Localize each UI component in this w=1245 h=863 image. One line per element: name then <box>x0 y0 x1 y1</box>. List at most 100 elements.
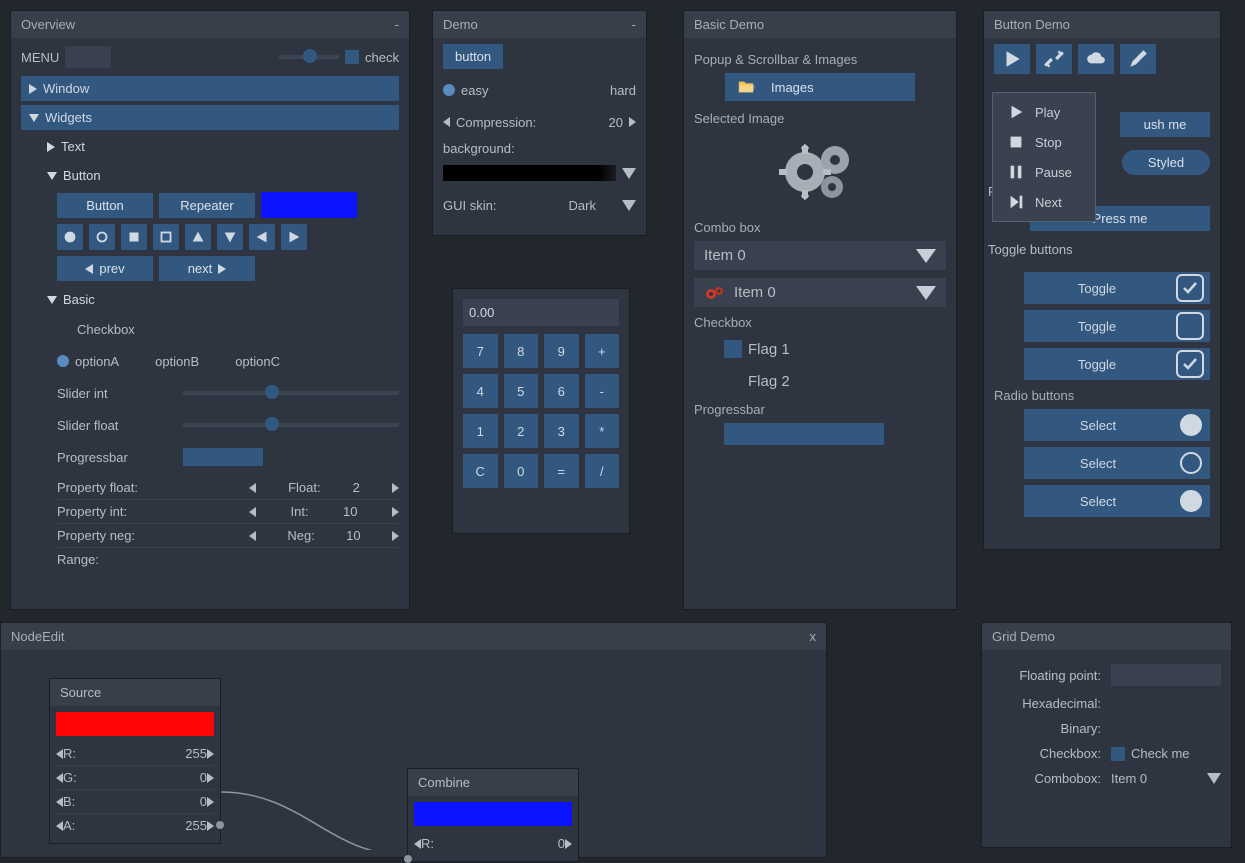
toggle-3[interactable]: Toggle <box>1024 348 1210 380</box>
arrow-right-icon[interactable] <box>565 839 572 849</box>
menu-stop[interactable]: Stop <box>993 127 1095 157</box>
combo-box-2[interactable]: Item 0 <box>694 278 946 307</box>
cloud-button[interactable] <box>1078 44 1114 74</box>
check-me-checkbox[interactable] <box>1111 747 1125 761</box>
images-button[interactable]: Images <box>725 73 915 101</box>
chevron-down-icon[interactable] <box>622 168 636 179</box>
arrow-left-icon[interactable] <box>414 839 421 849</box>
tree-widgets[interactable]: Widgets <box>21 105 399 130</box>
background-color[interactable] <box>443 165 616 181</box>
menu-play[interactable]: Play <box>993 97 1095 127</box>
tree-button[interactable]: Button <box>39 163 399 188</box>
option-a-radio[interactable] <box>57 355 69 367</box>
prop-float-stepper[interactable]: Float: 2 <box>249 480 399 495</box>
calc-key--[interactable]: - <box>585 374 620 408</box>
output-port[interactable] <box>216 821 224 829</box>
option-c-label[interactable]: optionC <box>235 354 280 369</box>
calc-key-8[interactable]: 8 <box>504 334 539 368</box>
chevron-down-icon[interactable] <box>622 200 636 211</box>
menu-field[interactable] <box>65 46 111 68</box>
arrow-right-icon[interactable] <box>629 117 636 127</box>
flag2-label[interactable]: Flag 2 <box>748 373 790 390</box>
grid-combobox[interactable]: Item 0 <box>1111 771 1221 786</box>
tree-window[interactable]: Window <box>21 76 399 101</box>
slider-float[interactable] <box>183 423 399 427</box>
square-outline-icon[interactable] <box>153 224 179 250</box>
calc-key-7[interactable]: 7 <box>463 334 498 368</box>
floating-input[interactable] <box>1111 664 1221 686</box>
close-button[interactable]: x <box>810 629 817 644</box>
arrow-right-icon[interactable] <box>392 507 399 517</box>
arrow-left-icon[interactable] <box>249 507 256 517</box>
flag1-checkbox[interactable] <box>724 340 742 358</box>
tree-basic[interactable]: Basic <box>39 287 399 312</box>
arrow-left-icon[interactable] <box>56 773 63 783</box>
calc-key-=[interactable]: = <box>544 454 579 488</box>
minimize-icon[interactable]: - <box>632 17 636 32</box>
combo-box-1[interactable]: Item 0 <box>694 241 946 270</box>
calc-key-6[interactable]: 6 <box>544 374 579 408</box>
square-fill-icon[interactable] <box>121 224 147 250</box>
calc-key-*[interactable]: * <box>585 414 620 448</box>
arrow-left-icon[interactable] <box>249 531 256 541</box>
arrow-right-icon[interactable] <box>207 749 214 759</box>
arrow-left-icon[interactable] <box>56 749 63 759</box>
select-2[interactable]: Select <box>1024 447 1210 479</box>
arrow-right-icon[interactable] <box>207 773 214 783</box>
color-swatch-blue[interactable] <box>261 192 357 218</box>
tree-text[interactable]: Text <box>39 134 399 159</box>
combine-node-title[interactable]: Combine <box>408 769 578 796</box>
prop-neg-stepper[interactable]: Neg: 10 <box>249 528 399 543</box>
calc-key-9[interactable]: 9 <box>544 334 579 368</box>
styled-button[interactable]: Styled <box>1122 150 1210 175</box>
calc-key-0[interactable]: 0 <box>504 454 539 488</box>
minimize-icon[interactable]: - <box>395 17 399 32</box>
pen-button[interactable] <box>1120 44 1156 74</box>
slider-int[interactable] <box>183 391 399 395</box>
calc-key-+[interactable]: + <box>585 334 620 368</box>
select-1[interactable]: Select <box>1024 409 1210 441</box>
triangle-up-icon[interactable] <box>185 224 211 250</box>
calc-key-2[interactable]: 2 <box>504 414 539 448</box>
gui-skin-val[interactable]: Dark <box>569 198 596 213</box>
menu-next[interactable]: Next <box>993 187 1095 217</box>
calc-key-1[interactable]: 1 <box>463 414 498 448</box>
prev-button[interactable]: prev <box>57 256 153 281</box>
check-checkbox[interactable] <box>345 50 359 64</box>
arrow-left-icon[interactable] <box>443 117 450 127</box>
button-btn[interactable]: Button <box>57 193 153 218</box>
arrow-right-icon[interactable] <box>207 821 214 831</box>
prop-int-stepper[interactable]: Int: 10 <box>249 504 399 519</box>
tools-button[interactable] <box>1036 44 1072 74</box>
calc-key-5[interactable]: 5 <box>504 374 539 408</box>
input-port[interactable] <box>404 855 412 863</box>
arrow-right-icon[interactable] <box>207 797 214 807</box>
repeater-btn[interactable]: Repeater <box>159 193 255 218</box>
hard-label[interactable]: hard <box>610 83 636 98</box>
push-me-button[interactable]: ush me <box>1120 112 1210 137</box>
arrow-right-icon[interactable] <box>392 483 399 493</box>
calc-key-4[interactable]: 4 <box>463 374 498 408</box>
calc-key-/[interactable]: / <box>585 454 620 488</box>
select-3[interactable]: Select <box>1024 485 1210 517</box>
menu-pause[interactable]: Pause <box>993 157 1095 187</box>
calc-key-3[interactable]: 3 <box>544 414 579 448</box>
arrow-right-icon[interactable] <box>392 531 399 541</box>
play-button[interactable] <box>994 44 1030 74</box>
arrow-left-icon[interactable] <box>56 821 63 831</box>
demo-button[interactable]: button <box>443 44 503 69</box>
circle-outline-icon[interactable] <box>89 224 115 250</box>
toggle-1[interactable]: Toggle <box>1024 272 1210 304</box>
circle-fill-icon[interactable] <box>57 224 83 250</box>
arrow-left-icon[interactable] <box>249 483 256 493</box>
source-node-title[interactable]: Source <box>50 679 220 706</box>
next-button[interactable]: next <box>159 256 255 281</box>
triangle-right-icon[interactable] <box>281 224 307 250</box>
triangle-down-icon[interactable] <box>217 224 243 250</box>
triangle-left-icon[interactable] <box>249 224 275 250</box>
option-b-label[interactable]: optionB <box>155 354 199 369</box>
calc-key-C[interactable]: C <box>463 454 498 488</box>
arrow-left-icon[interactable] <box>56 797 63 807</box>
toggle-2[interactable]: Toggle <box>1024 310 1210 342</box>
easy-radio[interactable] <box>443 84 455 96</box>
